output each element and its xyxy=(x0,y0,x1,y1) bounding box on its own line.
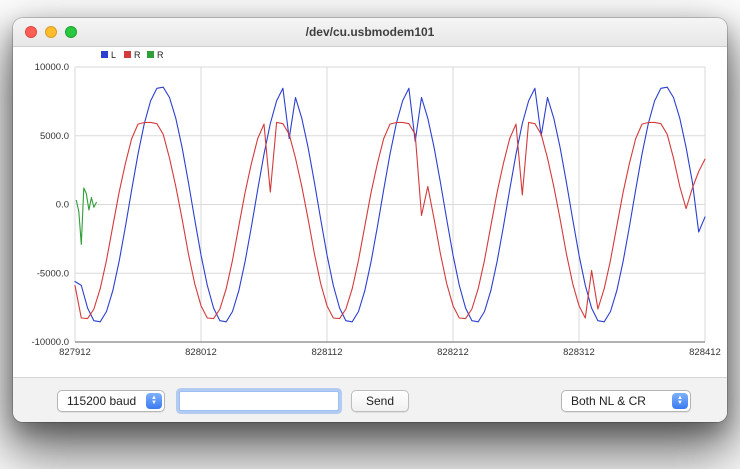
y-tick-label: 5000.0 xyxy=(40,131,69,142)
title-bar[interactable]: /dev/cu.usbmodem101 xyxy=(13,18,727,47)
line-ending-value: Both NL & CR xyxy=(562,394,672,408)
serial-plotter-chart: 827912 828012 828112 828212 828312 828412 1000… xyxy=(13,47,727,377)
legend-label: R xyxy=(134,50,141,60)
legend-label: L xyxy=(111,50,116,60)
line-ending-select[interactable]: Both NL & CR ▲▼ xyxy=(561,390,691,412)
series-line-R2 xyxy=(76,188,96,244)
legend-swatch xyxy=(147,51,154,58)
plot-area: 827912 828012 828112 828212 828312 828412 1000… xyxy=(13,47,727,377)
desktop-background: /dev/cu.usbmodem101 82791282801282811282… xyxy=(0,0,740,469)
traffic-lights xyxy=(25,26,77,38)
baud-rate-select[interactable]: 115200 baud ▲▼ xyxy=(57,390,165,412)
bottom-controls-bar: 115200 baud ▲▼ Send Both NL & CR ▲▼ xyxy=(13,377,727,422)
legend-swatch xyxy=(101,51,108,58)
zoom-button[interactable] xyxy=(65,26,77,38)
serial-message-input[interactable] xyxy=(179,391,339,411)
popup-updown-arrows-icon: ▲▼ xyxy=(146,393,162,409)
x-tick-label: 828412 xyxy=(689,347,721,358)
x-tick-label: 828112 xyxy=(312,347,343,358)
y-tick-label: 10000.0 xyxy=(35,62,69,73)
legend-label: R xyxy=(157,50,164,60)
x-tick-label: 827912 xyxy=(59,347,91,358)
close-button[interactable] xyxy=(25,26,37,38)
x-tick-label: 828212 xyxy=(437,347,469,358)
send-button[interactable]: Send xyxy=(351,390,409,412)
app-window: /dev/cu.usbmodem101 82791282801282811282… xyxy=(13,18,727,422)
legend-swatch xyxy=(124,51,131,58)
y-tick-label: 0.0 xyxy=(56,200,69,211)
minimize-button[interactable] xyxy=(45,26,57,38)
popup-updown-arrows-icon: ▲▼ xyxy=(672,393,688,409)
window-title: /dev/cu.usbmodem101 xyxy=(13,25,727,39)
y-tick-label: -10000.0 xyxy=(31,337,69,348)
x-tick-label: 828012 xyxy=(185,347,217,358)
x-tick-label: 828312 xyxy=(563,347,595,358)
y-tick-label: -5000.0 xyxy=(37,268,69,279)
baud-rate-value: 115200 baud xyxy=(58,394,146,408)
